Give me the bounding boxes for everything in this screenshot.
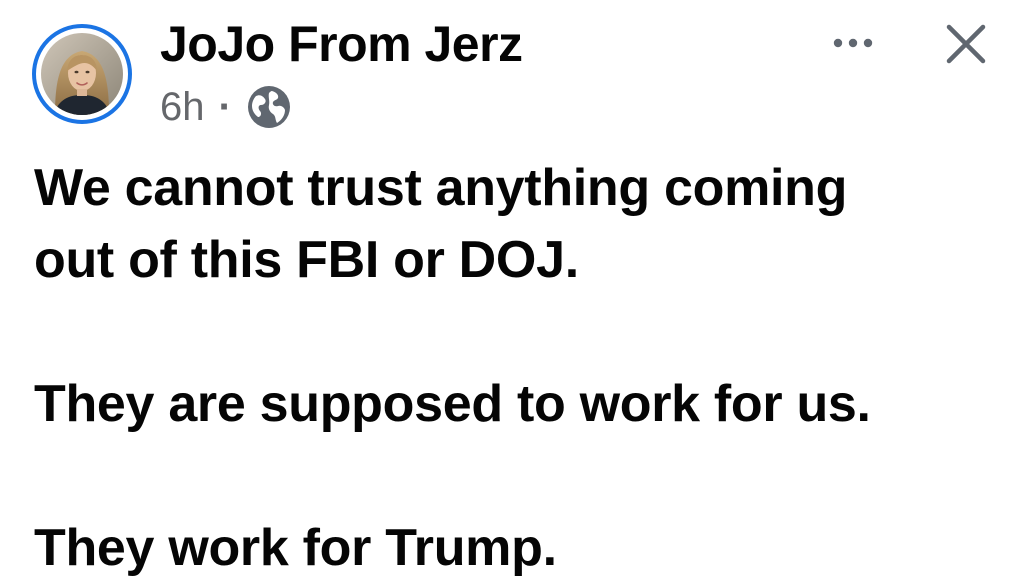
facebook-post: JoJo From Jerz 6h · We cannot trust anyt… — [0, 0, 1024, 587]
post-paragraph: We cannot trust anything coming out of t… — [34, 152, 1004, 296]
more-options-icon — [833, 38, 873, 48]
globe-icon[interactable] — [246, 84, 292, 130]
close-icon — [946, 24, 986, 64]
post-paragraph: They are supposed to work for us. — [34, 368, 1004, 440]
close-button[interactable] — [936, 14, 996, 74]
post-body: We cannot trust anything coming out of t… — [34, 152, 1004, 584]
author-avatar-ring[interactable] — [32, 24, 132, 124]
post-timestamp[interactable]: 6h — [160, 80, 205, 134]
more-options-button[interactable] — [824, 22, 882, 64]
post-line: They are supposed to work for us. — [34, 375, 871, 433]
post-line: They work for Trump. — [34, 519, 557, 577]
post-line: We cannot trust anything coming — [34, 159, 848, 217]
meta-separator: · — [218, 85, 232, 129]
post-meta: 6h · — [160, 80, 292, 134]
post-paragraph: They work for Trump. — [34, 512, 1004, 584]
avatar — [41, 33, 123, 115]
post-line: out of this FBI or DOJ. — [34, 231, 579, 289]
author-name[interactable]: JoJo From Jerz — [160, 10, 523, 78]
